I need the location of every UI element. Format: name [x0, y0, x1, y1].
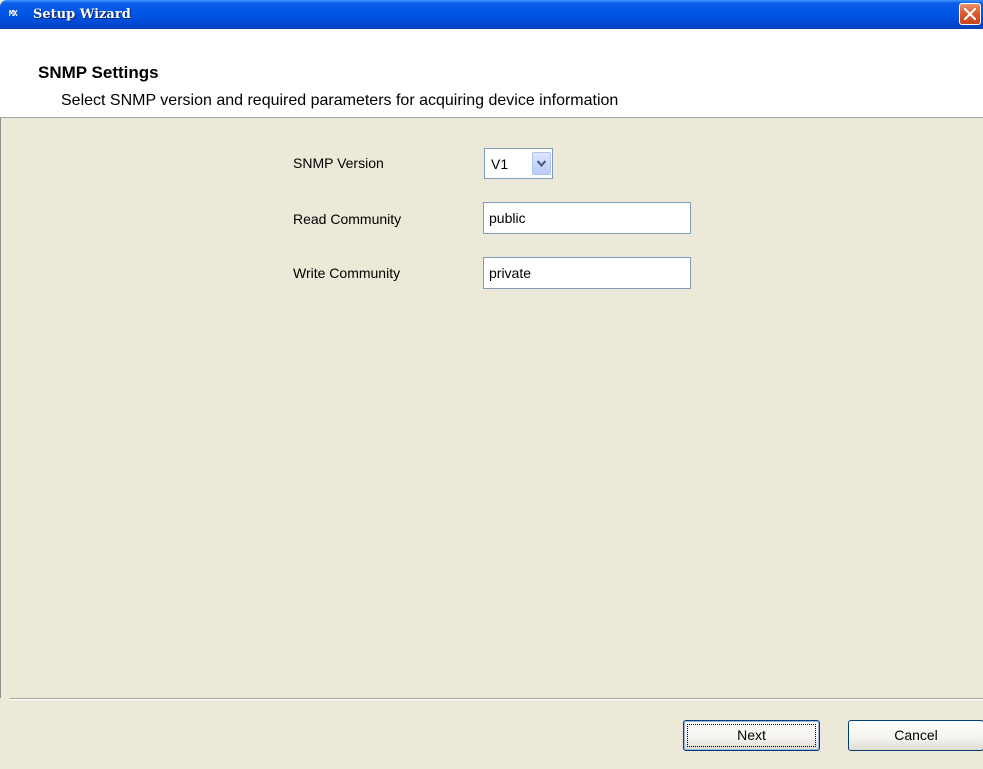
- title-bar[interactable]: MX Setup Wizard: [0, 0, 983, 29]
- close-button[interactable]: [959, 3, 981, 25]
- chevron-down-icon: [536, 160, 547, 168]
- write-community-label: Write Community: [293, 265, 401, 281]
- snmp-version-select[interactable]: V1: [484, 148, 553, 179]
- next-button[interactable]: Next: [683, 720, 820, 751]
- snmp-version-value: V1: [491, 156, 509, 172]
- page-title: SNMP Settings: [38, 63, 159, 82]
- write-community-input[interactable]: [483, 257, 691, 289]
- dropdown-button[interactable]: [532, 152, 551, 175]
- app-icon: MX: [9, 9, 18, 18]
- close-icon: [964, 8, 976, 20]
- setup-wizard-window: MX Setup Wizard SNMP Settings Select SNM…: [0, 0, 983, 769]
- snmp-version-label: SNMP Version: [293, 155, 384, 171]
- read-community-input[interactable]: [483, 202, 691, 234]
- button-bar: [0, 700, 983, 769]
- window-title: Setup Wizard: [33, 7, 131, 22]
- focus-rectangle: [687, 724, 816, 747]
- cancel-button[interactable]: Cancel: [848, 720, 983, 751]
- wizard-header: SNMP Settings Select SNMP version and re…: [0, 29, 983, 118]
- read-community-label: Read Community: [293, 211, 402, 227]
- page-subtitle: Select SNMP version and required paramet…: [61, 92, 619, 109]
- cancel-button-label: Cancel: [894, 727, 938, 743]
